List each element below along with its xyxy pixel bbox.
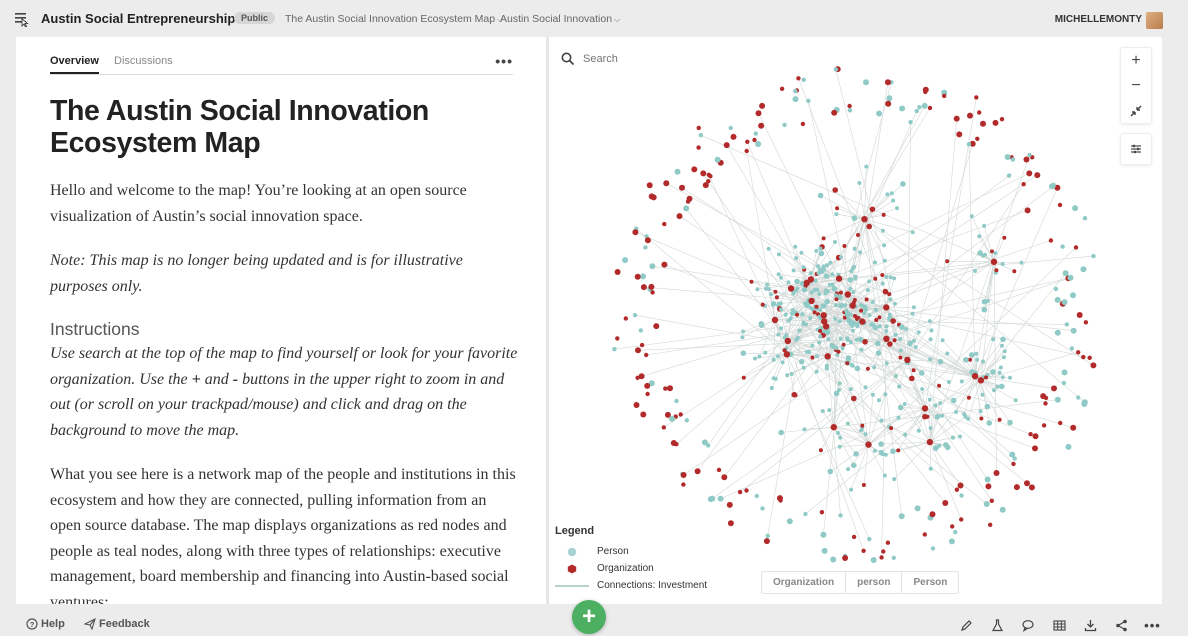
legend-person: Person [555,543,707,560]
breadcrumb-view-label: Austin Social Innovation [500,13,613,25]
page-title: The Austin Social Innovation Ecosystem M… [50,95,429,159]
note-paragraph: Note: This map is no longer being update… [50,252,463,295]
flask-tool[interactable] [982,617,1013,633]
map-legend: Legend Person Organization Connections: … [555,525,707,594]
map-settings-button[interactable] [1120,133,1152,165]
zoom-in-button[interactable]: + [1121,48,1151,73]
map-search[interactable] [561,52,783,66]
network-graph[interactable] [589,65,1129,565]
filter-organization[interactable]: Organization [762,572,847,593]
search-icon [561,52,575,66]
legend-person-label: Person [597,546,629,557]
paper-plane-icon [84,618,96,630]
legend-organization-label: Organization [597,563,654,574]
filter-person-lower[interactable]: person [846,572,903,593]
breadcrumb-view-dropdown[interactable]: Austin Social Innovation ⌵ [500,13,620,25]
map-panel[interactable]: + − Legend Person Organization [549,37,1162,604]
and-text: and [200,370,233,388]
body-paragraph: What you see here is a network map of th… [50,466,516,604]
svg-text:?: ? [30,620,35,629]
table-tool[interactable] [1044,617,1075,633]
quick-filters: Organization person Person [761,571,960,594]
intro-paragraph: Hello and welcome to the map! You’re loo… [50,182,467,225]
bottom-bar: ? Help Feedback + ••• [0,600,1188,636]
zoom-out-button[interactable]: − [1121,73,1151,98]
breadcrumb-map-dropdown[interactable]: The Austin Social Innovation Ecosystem M… [285,13,503,25]
connection-line-icon [555,584,589,587]
instructions-paragraph: Use search at the top of the map to find… [50,341,520,443]
legend-title: Legend [555,525,595,537]
minus-icon: − [1131,76,1141,94]
feedback-link[interactable]: Feedback [84,618,150,630]
table-grid-icon [1053,619,1066,631]
share-tool[interactable] [1106,617,1137,633]
add-button[interactable]: + [572,600,606,634]
edit-tool[interactable] [951,617,982,633]
instructions-heading: Instructions [50,319,140,339]
flask-icon [991,618,1004,631]
comments-tool[interactable] [1013,617,1044,633]
tab-overview[interactable]: Overview [50,55,99,74]
organization-node-icon [567,564,577,573]
more-options-icon[interactable]: ••• [495,53,513,69]
zoom-controls: + − [1120,47,1152,124]
chat-bubbles-icon [1022,619,1034,632]
feedback-label: Feedback [99,618,150,630]
hamburger-menu-icon[interactable] [13,11,29,27]
download-tool[interactable] [1075,617,1106,633]
help-label: Help [41,618,65,630]
top-bar: Austin Social Entrepreneurship Public Th… [0,0,1188,37]
person-node-icon [567,547,577,556]
avatar[interactable] [1146,12,1163,29]
share-icon [1116,619,1127,631]
fit-to-screen-button[interactable] [1121,98,1151,123]
compress-arrows-icon [1130,105,1142,116]
more-dots-icon: ••• [1144,617,1161,633]
username[interactable]: MICHELLEMONTY [1055,14,1142,25]
project-title[interactable]: Austin Social Entrepreneurship [41,11,235,26]
plus-icon: + [1131,51,1141,69]
legend-connections: Connections: Investment [555,577,707,594]
chevron-down-icon: ⌵ [614,15,621,24]
filter-person[interactable]: Person [902,572,958,593]
search-input[interactable] [583,53,783,65]
tab-discussions[interactable]: Discussions [114,55,173,72]
download-icon [1084,619,1097,631]
breadcrumb-map-label: The Austin Social Innovation Ecosystem M… [285,13,496,25]
overview-panel: Overview Discussions ••• The Austin Soci… [16,37,546,604]
help-link[interactable]: ? Help [26,618,65,630]
pencil-icon [961,619,972,631]
map-toolbar: ••• [951,617,1168,633]
sliders-icon [1131,144,1141,154]
legend-organization: Organization [555,560,707,577]
plus-text: + [191,370,201,388]
legend-connections-label: Connections: Investment [597,580,708,591]
question-circle-icon: ? [26,618,38,630]
panel-tabs: Overview Discussions ••• [50,53,513,75]
more-tool[interactable]: ••• [1137,617,1168,633]
public-badge: Public [234,12,276,24]
article-content: The Austin Social Innovation Ecosystem M… [50,95,520,604]
